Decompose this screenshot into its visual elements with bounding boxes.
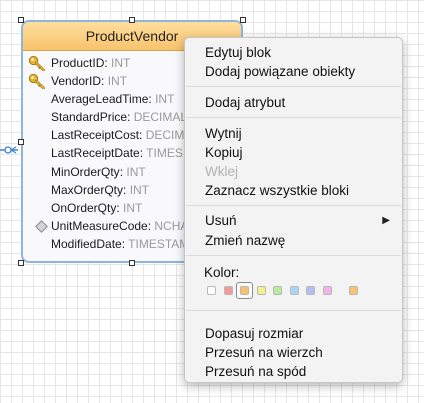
resize-handle-top-left[interactable]	[18, 17, 24, 23]
attribute-name: ModifiedDate	[51, 236, 122, 251]
menu-item-delete-label: Usuń	[205, 213, 237, 228]
attribute-name: MinOrderQty	[51, 164, 120, 179]
color-swatch[interactable]	[349, 286, 358, 295]
resize-handle-bottom-middle[interactable]	[129, 260, 135, 266]
attribute-name: ProductID	[51, 56, 105, 70]
color-label: Kolor:	[204, 265, 240, 280]
menu-separator	[186, 86, 401, 87]
attribute-name: StandardPrice	[51, 110, 128, 125]
menu-separator	[186, 310, 401, 311]
attribute-type: INT	[123, 200, 143, 215]
resize-handle-top-middle[interactable]	[129, 17, 135, 23]
attribute-type: TIMES	[146, 146, 183, 161]
attribute-name: MaxOrderQty	[51, 182, 124, 197]
attribute-type: INT	[107, 74, 128, 89]
key-icon	[28, 73, 45, 90]
menu-item-send-to-back[interactable]: Przesuń na spód	[205, 362, 390, 381]
menu-item-copy[interactable]: Kopiuj	[205, 143, 390, 162]
resize-handle-middle-left[interactable]	[18, 139, 24, 145]
index-diamond-icon	[35, 219, 48, 233]
menu-item-add-related-objects[interactable]: Dodaj powiązane obiekty	[205, 62, 390, 81]
resize-handle-top-right[interactable]	[240, 17, 246, 23]
menu-item-select-all-blocks[interactable]: Zaznacz wszystkie bloki	[205, 181, 390, 200]
resize-handle-bottom-left[interactable]	[18, 260, 24, 266]
attribute-type: INT	[126, 164, 146, 179]
relationship-connector[interactable]	[0, 146, 18, 154]
color-swatch[interactable]	[240, 286, 249, 295]
attribute-type: INT	[111, 56, 131, 70]
attribute-name: VendorID	[51, 74, 102, 89]
menu-item-bring-to-front[interactable]: Przesuń na wierzch	[205, 343, 390, 362]
attribute-name: LastReceiptDate	[51, 146, 140, 161]
color-swatch[interactable]	[256, 286, 266, 295]
attribute-name: LastReceiptCost	[51, 128, 140, 143]
color-swatch[interactable]	[273, 286, 282, 295]
color-swatch[interactable]	[289, 286, 299, 295]
attribute-type: DECIMAL	[133, 110, 188, 125]
menu-item-cut[interactable]: Wytnij	[205, 124, 390, 143]
menu-item-paste: Wklej	[205, 164, 238, 179]
menu-item-add-attribute[interactable]: Dodaj atrybut	[205, 93, 390, 112]
attribute-type: INT	[155, 92, 175, 107]
color-swatch[interactable]	[306, 286, 315, 295]
color-swatch[interactable]	[207, 286, 216, 295]
context-menu: Edytuj blok Dodaj powiązane obiekty Doda…	[184, 37, 403, 383]
menu-separator	[186, 255, 401, 256]
submenu-arrow-icon: ▶	[382, 215, 390, 226]
attribute-name: UnitMeasureCode	[51, 218, 148, 233]
attribute-type: DECIM	[145, 128, 185, 143]
attribute-name: OnOrderQty	[51, 200, 117, 215]
menu-item-fit-size[interactable]: Dopasuj rozmiar	[205, 324, 390, 343]
menu-item-rename[interactable]: Zmień nazwę	[205, 231, 390, 250]
attribute-name: AverageLeadTime	[51, 92, 149, 107]
entity-title: ProductVendor	[85, 28, 179, 44]
attribute-type: INT	[129, 182, 150, 197]
menu-item-edit-block[interactable]: Edytuj blok	[205, 43, 390, 62]
menu-item-delete[interactable]: Usuń ▶	[205, 211, 390, 230]
color-swatch[interactable]	[322, 286, 332, 295]
attribute-type: TIMESTAM	[128, 236, 190, 251]
key-icon	[28, 55, 45, 71]
color-swatch[interactable]	[223, 286, 233, 295]
menu-separator	[186, 117, 401, 118]
menu-separator	[186, 205, 401, 206]
